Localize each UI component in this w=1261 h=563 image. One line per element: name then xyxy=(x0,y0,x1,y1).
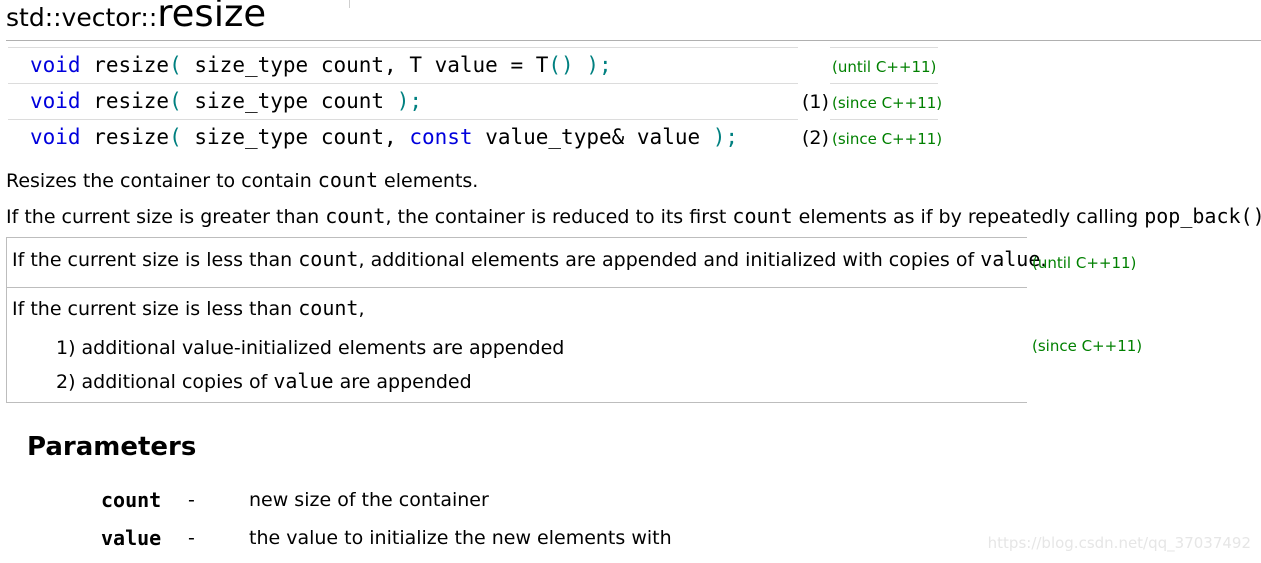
box-row-1-revision-mark: (until C++11) xyxy=(1032,254,1137,272)
decl-1-revision-mark: (until C++11) xyxy=(832,58,937,76)
decl-mark-divider xyxy=(830,83,938,84)
box-top-border xyxy=(6,237,1027,238)
decl-close: ); xyxy=(396,89,422,113)
title-main: resize xyxy=(157,0,267,35)
inline-code: count xyxy=(298,296,359,320)
decl-name: resize xyxy=(80,89,170,113)
box-row-until-cpp11: If the current size is less than count, … xyxy=(12,245,1046,274)
decl-name: resize xyxy=(80,53,170,77)
declaration-2: void resize( size_type count ); xyxy=(30,87,422,115)
parameters-heading: Parameters xyxy=(27,432,197,462)
inline-code: count xyxy=(317,168,379,192)
inline-code: pop_back() xyxy=(1144,204,1261,228)
title-prefix: std::vector:: xyxy=(6,3,158,32)
decl-2-number: (1) xyxy=(802,91,829,113)
inline-code: count xyxy=(325,204,386,228)
decl-inner-paren: () xyxy=(548,53,574,77)
decl-const-keyword: const xyxy=(409,125,473,149)
text: are appended xyxy=(333,371,472,393)
decl-mark-divider xyxy=(830,119,938,120)
decl-open-paren: ( xyxy=(169,125,182,149)
param-description: the value to initialize the new elements… xyxy=(249,527,672,549)
list-item: 1) additional value-initialized elements… xyxy=(56,337,565,359)
decl-mark-divider xyxy=(830,47,938,48)
text: , the container is reduced to its first xyxy=(385,206,733,228)
text: elements as if by repeatedly calling xyxy=(792,206,1145,228)
inline-code: value xyxy=(273,369,334,393)
decl-open-paren: ( xyxy=(169,89,182,113)
description-paragraph-2: If the current size is greater than coun… xyxy=(6,202,1261,231)
decl-keyword: void xyxy=(30,89,81,113)
box-row-2-revision-mark: (since C++11) xyxy=(1032,337,1143,355)
text: If the current size is less than xyxy=(12,249,299,271)
decl-divider xyxy=(8,47,798,48)
decl-args: value_type& value xyxy=(472,125,713,149)
box-row-since-cpp11: If the current size is less than count, xyxy=(12,294,365,323)
text: Resizes the container to contain xyxy=(6,170,318,192)
decl-3-revision-mark: (since C++11) xyxy=(832,130,943,148)
decl-divider xyxy=(8,83,798,84)
text: elements. xyxy=(378,170,479,192)
param-name: value xyxy=(101,526,162,550)
text: , xyxy=(358,298,365,320)
text: If the current size is less than xyxy=(12,298,299,320)
watermark: https://blog.csdn.net/qq_37037492 xyxy=(987,534,1251,552)
title-divider xyxy=(6,40,1261,41)
declaration-3: void resize( size_type count, const valu… xyxy=(30,123,738,151)
inline-code: count xyxy=(298,247,359,271)
decl-keyword: void xyxy=(30,53,81,77)
description-paragraph-1: Resizes the container to contain count e… xyxy=(6,166,478,195)
decl-close: ); xyxy=(573,53,612,77)
param-dash: - xyxy=(188,527,195,549)
decl-args: size_type count xyxy=(181,89,397,113)
text: 2) additional copies of xyxy=(56,371,274,393)
decl-divider xyxy=(8,119,798,120)
box-row-divider xyxy=(6,287,1027,288)
decl-2-revision-mark: (since C++11) xyxy=(832,94,943,112)
param-name: count xyxy=(101,488,162,512)
text: If the current size is greater than xyxy=(6,206,326,228)
decl-close: ); xyxy=(712,125,739,149)
list-item: 2) additional copies of value are append… xyxy=(56,367,472,396)
decl-name: resize xyxy=(80,125,170,149)
param-dash: - xyxy=(188,489,195,511)
decl-args: size_type count, xyxy=(181,125,410,149)
box-bottom-border xyxy=(6,402,1027,403)
decl-keyword: void xyxy=(30,125,81,149)
decl-3-number: (2) xyxy=(802,127,829,149)
declaration-1: void resize( size_type count, T value = … xyxy=(30,51,612,79)
inline-code: count xyxy=(732,204,793,228)
decl-args: size_type count, T value = T xyxy=(181,53,549,77)
page-title: std::vector::resize xyxy=(6,0,266,43)
box-left-border xyxy=(6,237,7,403)
text: , additional elements are appended and i… xyxy=(358,249,981,271)
param-description: new size of the container xyxy=(249,489,489,511)
title-tab-edge xyxy=(349,0,350,8)
decl-open-paren: ( xyxy=(169,53,182,77)
